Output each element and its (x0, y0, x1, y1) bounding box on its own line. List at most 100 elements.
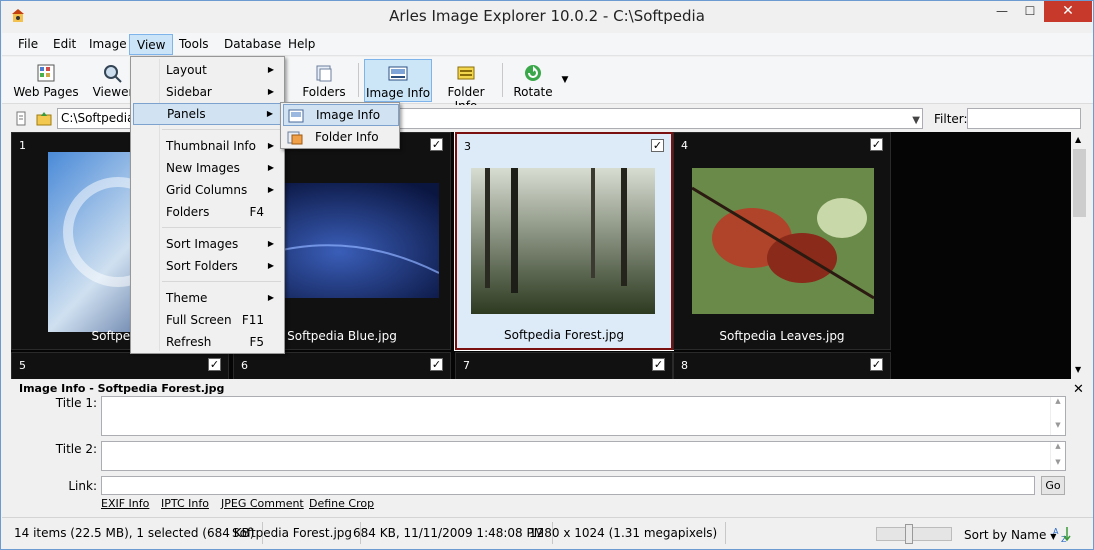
image-info-label: Image Info (365, 86, 431, 100)
submenu-item-folder-info[interactable]: Folder Info (283, 126, 399, 148)
maximize-button[interactable]: ☐ (1016, 1, 1044, 22)
web-pages-button[interactable]: Web Pages (12, 59, 80, 102)
title1-field[interactable]: ▲ ▼ (101, 396, 1066, 436)
panel-title: Image Info - Softpedia Forest.jpg (19, 382, 225, 395)
viewer-icon (104, 65, 122, 83)
thumbnail-checkbox[interactable]: ✓ (870, 138, 883, 151)
menu-separator (162, 129, 281, 130)
menu-view[interactable]: View (129, 34, 174, 55)
filter-input[interactable] (967, 108, 1081, 129)
submenu-arrow-icon: ▶ (267, 261, 274, 270)
app-window: Arles Image Explorer 10.0.2 - C:\Softped… (0, 0, 1094, 550)
menu-edit[interactable]: Edit (46, 34, 83, 55)
sort-dropdown[interactable]: Sort by Name ▼ (964, 528, 1056, 542)
rotate-dropdown-arrow[interactable]: ▼ (558, 59, 572, 102)
scroll-up-arrow[interactable]: ▲ (1075, 135, 1081, 144)
thumbnail-caption: Softpedia Leaves.jpg (719, 329, 845, 343)
jpeg-comment-link[interactable]: JPEG Comment (221, 497, 304, 510)
folder-info-button[interactable]: Folder Info (435, 59, 497, 113)
close-button[interactable]: ✕ (1044, 1, 1092, 22)
rotate-icon (525, 65, 541, 81)
sort-label: Sort by Name (964, 528, 1047, 542)
sort-az-icon[interactable]: AZ (1052, 525, 1072, 543)
zoom-slider[interactable] (876, 524, 952, 544)
menu-file[interactable]: File (11, 34, 45, 55)
thumbnail-checkbox[interactable]: ✓ (430, 138, 443, 151)
grid-scrollbar[interactable]: ▲ ▼ (1071, 132, 1088, 379)
menu-item-sidebar[interactable]: Sidebar ▶ (133, 81, 282, 103)
menu-item-label: Sidebar (166, 85, 212, 99)
thumbnail-checkbox[interactable]: ✓ (651, 139, 664, 152)
define-crop-link[interactable]: Define Crop (309, 497, 374, 510)
submenu-arrow-icon: ▶ (267, 185, 274, 194)
menu-item-label: New Images (166, 161, 240, 175)
thumbnail-cell-selected[interactable]: 3 ✓ Softpedia Forest.jpg (454, 132, 674, 351)
minimize-button[interactable]: — (988, 1, 1016, 22)
thumbnail-cell[interactable]: 8 ✓ (673, 352, 891, 379)
menu-item-label: Thumbnail Info (166, 139, 256, 153)
iptc-info-link[interactable]: IPTC Info (161, 497, 209, 510)
folders-label: Folders (302, 85, 346, 99)
thumbnail-number: 7 (463, 359, 470, 372)
menu-item-layout[interactable]: Layout ▶ (133, 59, 282, 81)
menu-image[interactable]: Image (82, 34, 134, 55)
textarea-scrollbar[interactable]: ▲ ▼ (1050, 397, 1065, 435)
thumbnail-checkbox[interactable]: ✓ (208, 358, 221, 371)
menu-database[interactable]: Database (217, 34, 288, 55)
submenu-arrow-icon: ▶ (266, 109, 273, 118)
menu-item-thumbnail-info[interactable]: Thumbnail Info ▶ (133, 135, 282, 157)
menu-item-folders[interactable]: Folders F4 (133, 201, 282, 223)
thumbnail-number: 4 (681, 139, 688, 152)
thumbnail-number: 5 (19, 359, 26, 372)
menu-item-label: Folders (166, 205, 210, 219)
menu-item-grid-columns[interactable]: Grid Columns ▶ (133, 179, 282, 201)
menu-item-shortcut: F5 (249, 335, 264, 349)
image-info-panel: Image Info - Softpedia Forest.jpg ✕ Titl… (11, 380, 1088, 516)
image-info-icon (388, 66, 408, 81)
viewer-label: Viewer (92, 85, 134, 99)
folder-up-icon[interactable] (36, 111, 52, 126)
thumbnail-checkbox[interactable]: ✓ (430, 358, 443, 371)
thumbnail-cell[interactable]: 5 ✓ (11, 352, 229, 379)
folders-button[interactable]: Folders (298, 59, 350, 102)
title1-label: Title 1: (55, 396, 97, 410)
panel-close-icon[interactable]: ✕ (1073, 382, 1084, 397)
image-info-button[interactable]: Image Info (364, 59, 432, 102)
thumbnail-image (692, 168, 874, 314)
scroll-down-arrow[interactable]: ▼ (1075, 365, 1081, 374)
menu-bar: File Edit Image View Tools Database Help (2, 33, 1093, 56)
thumbnail-cell[interactable]: 6 ✓ (233, 352, 451, 379)
menu-item-full-screen[interactable]: Full Screen F11 (133, 309, 282, 331)
menu-help[interactable]: Help (281, 34, 322, 55)
menu-item-panels[interactable]: Panels ▶ (133, 103, 282, 125)
zoom-slider-thumb[interactable] (905, 524, 913, 544)
submenu-arrow-icon: ▶ (267, 293, 274, 302)
web-pages-label: Web Pages (13, 85, 79, 99)
textarea-scrollbar[interactable]: ▲ ▼ (1050, 442, 1065, 470)
menu-tools[interactable]: Tools (172, 34, 216, 55)
submenu-arrow-icon: ▶ (267, 87, 274, 96)
rotate-label: Rotate (513, 85, 553, 99)
menu-item-new-images[interactable]: New Images ▶ (133, 157, 282, 179)
scrollbar-thumb[interactable] (1073, 149, 1086, 217)
link-field[interactable] (101, 476, 1035, 495)
menu-item-sort-images[interactable]: Sort Images ▶ (133, 233, 282, 255)
menu-item-refresh[interactable]: Refresh F5 (133, 331, 282, 353)
menu-item-sort-folders[interactable]: Sort Folders ▶ (133, 255, 282, 277)
submenu-item-image-info[interactable]: Image Info (283, 104, 399, 126)
panel-toggle-icon[interactable] (16, 111, 26, 126)
thumbnail-number: 6 (241, 359, 248, 372)
thumbnail-checkbox[interactable]: ✓ (870, 358, 883, 371)
menu-item-label: Refresh (166, 335, 212, 349)
rotate-button[interactable]: Rotate (510, 59, 556, 102)
thumbnail-cell[interactable]: 4 ✓ Softpedia Leaves.jpg (673, 132, 891, 350)
menu-item-theme[interactable]: Theme ▶ (133, 287, 282, 309)
thumbnail-checkbox[interactable]: ✓ (652, 358, 665, 371)
go-button[interactable]: Go (1041, 476, 1065, 495)
title2-field[interactable]: ▲ ▼ (101, 441, 1066, 471)
thumbnail-cell[interactable]: 7 ✓ (455, 352, 673, 379)
status-bar: 14 items (22.5 MB), 1 selected (684 KB) … (2, 517, 1093, 549)
chevron-down-icon[interactable]: ▼ (912, 111, 920, 130)
panels-submenu: Image Info Folder Info (280, 102, 400, 149)
exif-info-link[interactable]: EXIF Info (101, 497, 149, 510)
